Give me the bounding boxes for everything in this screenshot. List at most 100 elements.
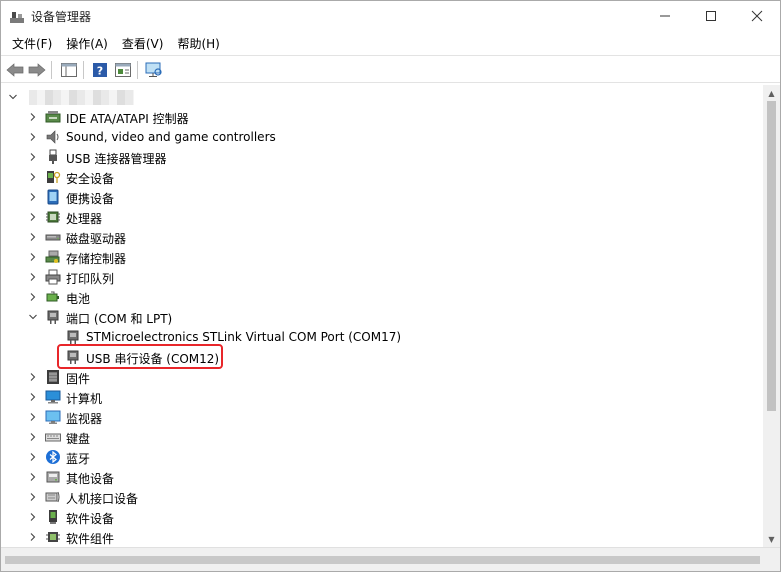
expand-chevron-icon[interactable] xyxy=(25,367,41,387)
expand-chevron-icon[interactable] xyxy=(25,167,41,187)
collapse-chevron-icon[interactable] xyxy=(25,307,41,327)
toolbar-separator xyxy=(137,61,138,79)
expand-chevron-icon[interactable] xyxy=(25,447,41,467)
device-category-16[interactable]: 键盘 xyxy=(1,427,761,447)
expand-chevron-icon[interactable] xyxy=(25,467,41,487)
storage-controller-icon xyxy=(45,250,60,263)
device-category-9[interactable]: 电池 xyxy=(1,287,761,307)
expand-chevron-icon[interactable] xyxy=(25,287,41,307)
ide-controller-icon xyxy=(45,111,61,123)
device-category-0[interactable]: IDE ATA/ATAPI 控制器 xyxy=(1,107,761,127)
expand-chevron-icon[interactable] xyxy=(25,507,41,527)
device-label: 处理器 xyxy=(66,212,103,226)
device-manager-app-icon xyxy=(10,12,24,23)
scroll-thumb[interactable] xyxy=(767,101,776,411)
menu-help[interactable]: 帮助(H) xyxy=(170,33,226,54)
horizontal-scroll-thumb[interactable] xyxy=(5,556,760,564)
software-component-icon xyxy=(46,532,60,542)
properties-button[interactable] xyxy=(113,60,133,80)
device-label: 键盘 xyxy=(66,432,91,446)
port-icon xyxy=(67,330,79,344)
menu-view[interactable]: 查看(V) xyxy=(115,33,171,54)
horizontal-scrollbar[interactable] xyxy=(1,547,780,571)
device-category-21[interactable]: 软件组件 xyxy=(1,527,761,547)
highlight-box xyxy=(57,344,223,369)
device-category-8[interactable]: 打印队列 xyxy=(1,267,761,287)
close-button[interactable] xyxy=(734,1,780,31)
expand-chevron-icon[interactable] xyxy=(25,207,41,227)
device-category-2[interactable]: USB 连接器管理器 xyxy=(1,147,761,167)
scroll-down-arrow-icon[interactable]: ▼ xyxy=(763,531,780,547)
device-manager-window: 设备管理器 文件(F) 操作(A) 查看(V) 帮助(H) ? IDE ATA/… xyxy=(0,0,781,572)
show-hide-console-tree-button[interactable] xyxy=(59,60,79,80)
device-category-1[interactable]: Sound, video and game controllers xyxy=(1,127,761,147)
bluetooth-icon xyxy=(46,450,60,464)
device-label: 存储控制器 xyxy=(66,252,127,266)
device-category-20[interactable]: 软件设备 xyxy=(1,507,761,527)
device-category-10[interactable]: 端口 (COM 和 LPT) xyxy=(1,307,761,327)
expand-chevron-icon[interactable] xyxy=(25,527,41,547)
device-label: 其他设备 xyxy=(66,472,115,486)
scan-monitor-icon xyxy=(145,62,162,77)
toolbar: ? xyxy=(1,55,780,83)
device-label: 监视器 xyxy=(66,412,103,426)
expand-chevron-icon[interactable] xyxy=(25,147,41,167)
back-button[interactable] xyxy=(5,60,25,80)
minimize-icon xyxy=(660,15,670,17)
expand-chevron-icon[interactable] xyxy=(25,127,41,147)
firmware-icon xyxy=(47,370,59,384)
properties-icon xyxy=(115,63,131,77)
expand-chevron-icon[interactable] xyxy=(25,267,41,287)
device-category-6[interactable]: 磁盘驱动器 xyxy=(1,227,761,247)
collapse-chevron-icon[interactable] xyxy=(5,87,21,107)
hid-icon xyxy=(45,491,60,503)
printer-icon xyxy=(45,269,61,285)
expand-chevron-icon[interactable] xyxy=(25,227,41,247)
device-label: 端口 (COM 和 LPT) xyxy=(66,312,173,326)
device-category-4[interactable]: 便携设备 xyxy=(1,187,761,207)
device-label: 便携设备 xyxy=(66,192,115,206)
other-device-icon xyxy=(46,471,60,483)
minimize-button[interactable] xyxy=(642,1,688,31)
device-label: STMicroelectronics STLink Virtual COM Po… xyxy=(86,330,402,344)
device-category-17[interactable]: 蓝牙 xyxy=(1,447,761,467)
device-category-5[interactable]: 处理器 xyxy=(1,207,761,227)
security-key-icon xyxy=(47,171,61,183)
port-icon xyxy=(47,310,59,324)
toolbar-separator xyxy=(83,61,84,79)
expand-chevron-icon[interactable] xyxy=(25,247,41,267)
close-icon xyxy=(751,10,763,22)
vertical-scrollbar[interactable]: ▲ ▼ xyxy=(763,85,780,547)
menu-file[interactable]: 文件(F) xyxy=(5,33,59,54)
tree-root-row[interactable] xyxy=(1,87,761,107)
help-button[interactable]: ? xyxy=(90,60,110,80)
device-category-15[interactable]: 监视器 xyxy=(1,407,761,427)
expand-chevron-icon[interactable] xyxy=(25,387,41,407)
expand-chevron-icon[interactable] xyxy=(25,187,41,207)
expand-chevron-icon[interactable] xyxy=(25,107,41,127)
device-category-14[interactable]: 计算机 xyxy=(1,387,761,407)
expand-chevron-icon[interactable] xyxy=(25,427,41,447)
device-category-3[interactable]: 安全设备 xyxy=(1,167,761,187)
device-category-18[interactable]: 其他设备 xyxy=(1,467,761,487)
device-category-13[interactable]: 固件 xyxy=(1,367,761,387)
usb-plug-icon xyxy=(49,149,57,164)
device-label: 计算机 xyxy=(66,392,103,406)
title-bar[interactable]: 设备管理器 xyxy=(1,1,780,31)
maximize-button[interactable] xyxy=(688,1,734,31)
computer-icon xyxy=(45,390,61,404)
speaker-icon xyxy=(46,130,59,144)
device-label: 软件设备 xyxy=(66,512,115,526)
scroll-up-arrow-icon[interactable]: ▲ xyxy=(763,85,780,101)
device-category-19[interactable]: 人机接口设备 xyxy=(1,487,761,507)
device-label: 打印队列 xyxy=(66,272,115,286)
device-tree: IDE ATA/ATAPI 控制器 Sound, video and game c… xyxy=(1,85,763,547)
device-category-7[interactable]: 存储控制器 xyxy=(1,247,761,267)
device-label: Sound, video and game controllers xyxy=(66,130,276,144)
expand-chevron-icon[interactable] xyxy=(25,487,41,507)
maximize-icon xyxy=(706,11,716,21)
forward-button[interactable] xyxy=(27,60,47,80)
scan-hardware-button[interactable] xyxy=(144,60,164,80)
expand-chevron-icon[interactable] xyxy=(25,407,41,427)
menu-action[interactable]: 操作(A) xyxy=(59,33,115,54)
